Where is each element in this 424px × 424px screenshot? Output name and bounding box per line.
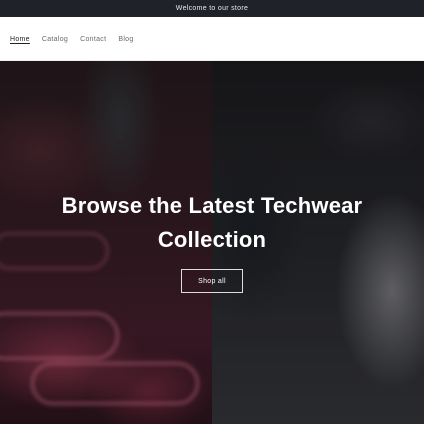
announcement-text: Welcome to our store <box>175 5 249 12</box>
hero-content: Browse the Latest Techwear Collection Sh… <box>0 189 424 293</box>
storefront-page: Welcome to our store Home Catalog Contac… <box>0 0 424 424</box>
nav-link-catalog[interactable]: Catalog <box>42 36 68 43</box>
hero-banner: Browse the Latest Techwear Collection Sh… <box>0 61 424 424</box>
shop-all-button[interactable]: Shop all <box>181 269 243 293</box>
hero-title: Browse the Latest Techwear Collection <box>61 193 363 252</box>
main-navigation: Home Catalog Contact Blog <box>10 17 134 61</box>
site-header: Home Catalog Contact Blog <box>0 17 424 61</box>
nav-link-contact[interactable]: Contact <box>80 36 106 43</box>
nav-link-blog[interactable]: Blog <box>118 36 133 43</box>
nav-link-home[interactable]: Home <box>10 36 30 43</box>
announcement-bar: Welcome to our store <box>0 0 424 17</box>
